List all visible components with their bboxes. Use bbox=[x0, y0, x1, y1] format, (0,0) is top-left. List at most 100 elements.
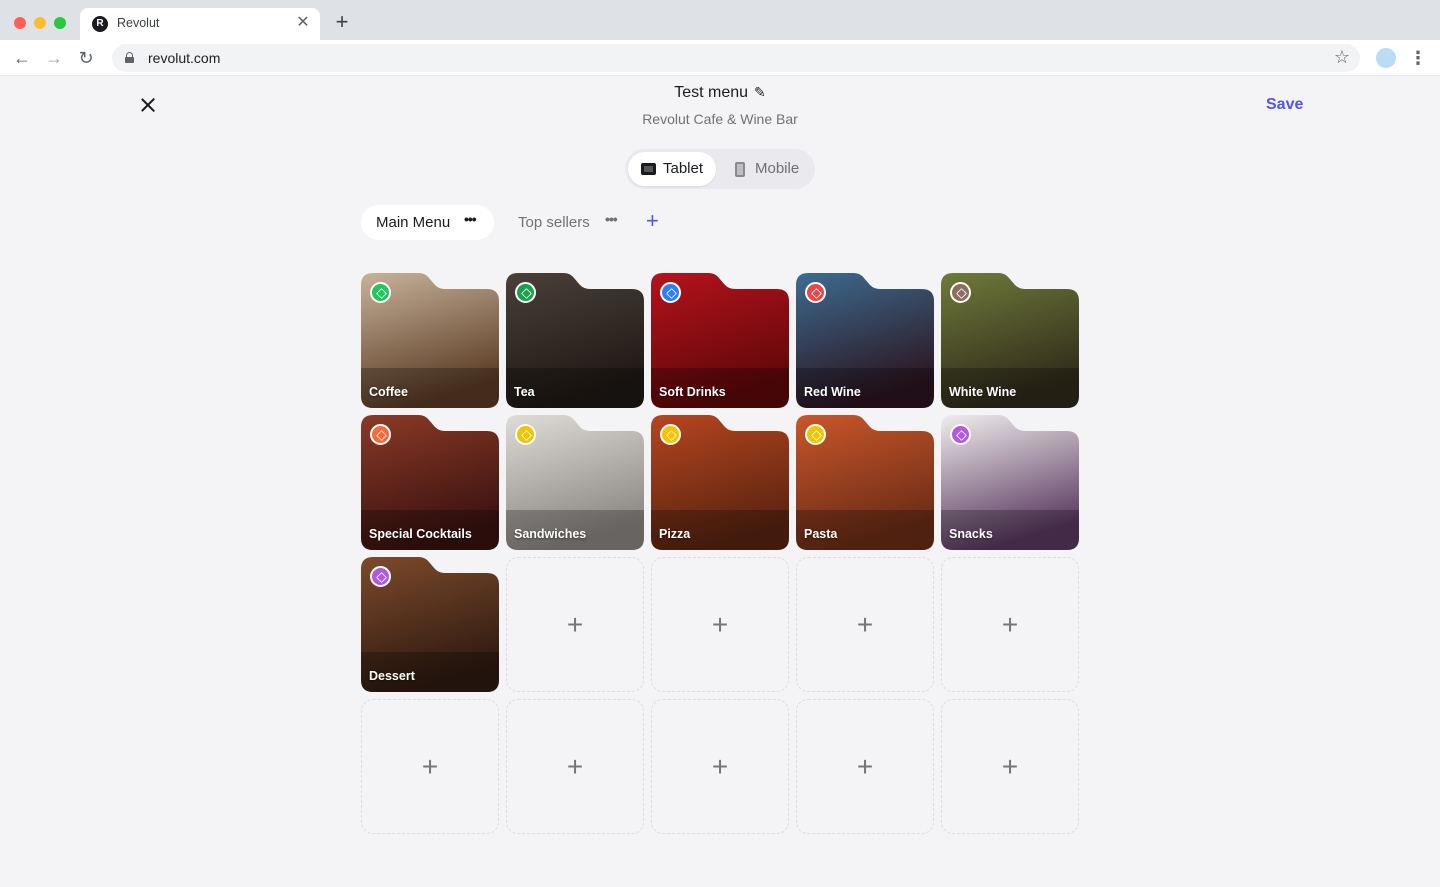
window-close-dot[interactable] bbox=[14, 17, 26, 29]
mobile-icon bbox=[735, 162, 745, 177]
layers-icon bbox=[950, 282, 971, 303]
empty-slot[interactable]: + bbox=[796, 699, 934, 834]
plus-icon: + bbox=[856, 751, 874, 782]
category-label: Pizza bbox=[659, 527, 691, 541]
layers-icon bbox=[805, 282, 826, 303]
category-label: Soft Drinks bbox=[659, 385, 726, 399]
browser-tabstrip: R Revolut ✕ + bbox=[0, 0, 1440, 40]
category-tile[interactable]: Tea bbox=[506, 273, 644, 408]
layers-icon bbox=[370, 282, 391, 303]
category-label: Dessert bbox=[369, 669, 415, 683]
category-tile[interactable]: Soft Drinks bbox=[651, 273, 789, 408]
category-tile[interactable]: White Wine bbox=[941, 273, 1079, 408]
plus-icon: + bbox=[1001, 751, 1019, 782]
back-arrow-icon[interactable]: ← bbox=[12, 48, 32, 68]
browser-tab-title: Revolut bbox=[117, 16, 160, 30]
category-label: White Wine bbox=[949, 385, 1017, 399]
layers-icon bbox=[660, 282, 681, 303]
category-label: Special Cocktails bbox=[369, 527, 472, 541]
tablet-option[interactable]: Tablet bbox=[628, 152, 716, 186]
menu-grid: Coffee Tea Soft Drinks Red Wine White Wine Sp… bbox=[361, 273, 1081, 835]
layers-icon bbox=[660, 424, 681, 445]
category-folder: Dessert bbox=[361, 557, 499, 692]
empty-slot[interactable]: + bbox=[506, 699, 644, 834]
mobile-option-label: Mobile bbox=[755, 160, 800, 177]
profile-avatar[interactable] bbox=[1376, 48, 1396, 68]
category-folder: Coffee bbox=[361, 273, 499, 408]
category-tile[interactable]: Pizza bbox=[651, 415, 789, 550]
category-label: Coffee bbox=[369, 385, 408, 399]
lock-icon bbox=[125, 52, 134, 63]
browser-toolbar: ← → ↻ revolut.com ☆ ⋮ bbox=[0, 40, 1440, 76]
add-tab-plus-icon[interactable]: + bbox=[646, 210, 659, 232]
empty-slot[interactable]: + bbox=[506, 557, 644, 692]
more-dots-icon[interactable]: ••• bbox=[605, 211, 618, 227]
title-row: Test menu ✎ bbox=[0, 84, 1440, 102]
tab-top-sellers[interactable]: Top sellers bbox=[518, 214, 590, 231]
tab-main-menu[interactable]: Main Menu ••• bbox=[361, 205, 494, 240]
plus-icon: + bbox=[856, 609, 874, 640]
tab-close-icon[interactable]: ✕ bbox=[294, 14, 312, 32]
category-label: Red Wine bbox=[804, 385, 861, 399]
plus-icon: + bbox=[566, 609, 584, 640]
category-tile[interactable]: Special Cocktails bbox=[361, 415, 499, 550]
more-dots-icon[interactable]: ••• bbox=[464, 211, 477, 227]
category-folder: Red Wine bbox=[796, 273, 934, 408]
url-text: revolut.com bbox=[148, 50, 221, 66]
empty-slot[interactable]: + bbox=[941, 557, 1079, 692]
browser-tab[interactable]: R Revolut ✕ bbox=[80, 8, 320, 40]
category-tile[interactable]: Pasta bbox=[796, 415, 934, 550]
plus-icon: + bbox=[566, 751, 584, 782]
empty-slot[interactable]: + bbox=[796, 557, 934, 692]
layers-icon bbox=[370, 566, 391, 587]
category-tile[interactable]: Coffee bbox=[361, 273, 499, 408]
window-minimize-dot[interactable] bbox=[34, 17, 46, 29]
layers-icon bbox=[950, 424, 971, 445]
layers-icon bbox=[805, 424, 826, 445]
category-label: Sandwiches bbox=[514, 527, 587, 541]
category-tile[interactable]: Dessert bbox=[361, 557, 499, 692]
device-toggle: Tablet Mobile bbox=[625, 149, 815, 189]
tablet-option-label: Tablet bbox=[663, 160, 704, 177]
mobile-option[interactable]: Mobile bbox=[725, 152, 811, 186]
plus-icon: + bbox=[711, 609, 729, 640]
category-label: Snacks bbox=[949, 527, 993, 541]
category-tile[interactable]: Sandwiches bbox=[506, 415, 644, 550]
layers-icon bbox=[370, 424, 391, 445]
bookmark-star-icon[interactable]: ☆ bbox=[1334, 47, 1350, 67]
category-label: Pasta bbox=[804, 527, 838, 541]
category-tile[interactable]: Red Wine bbox=[796, 273, 934, 408]
layers-icon bbox=[515, 282, 536, 303]
reload-icon[interactable]: ↻ bbox=[76, 48, 96, 68]
new-tab-icon[interactable]: + bbox=[332, 11, 352, 33]
category-folder: Tea bbox=[506, 273, 644, 408]
plus-icon: + bbox=[421, 751, 439, 782]
category-folder: Sandwiches bbox=[506, 415, 644, 550]
tab-main-menu-label: Main Menu bbox=[376, 214, 451, 231]
forward-arrow-icon[interactable]: → bbox=[44, 48, 64, 68]
browser-menu-icon[interactable]: ⋮ bbox=[1408, 48, 1428, 68]
revolut-favicon-icon: R bbox=[92, 16, 108, 32]
empty-slot[interactable]: + bbox=[651, 557, 789, 692]
category-tile[interactable]: Snacks bbox=[941, 415, 1079, 550]
pencil-icon[interactable]: ✎ bbox=[754, 84, 766, 101]
layers-icon bbox=[515, 424, 536, 445]
address-bar[interactable]: revolut.com ☆ bbox=[112, 44, 1360, 72]
category-folder: White Wine bbox=[941, 273, 1079, 408]
plus-icon: + bbox=[711, 751, 729, 782]
page-subtitle: Revolut Cafe & Wine Bar bbox=[642, 111, 798, 127]
empty-slot[interactable]: + bbox=[361, 699, 499, 834]
category-folder: Pasta bbox=[796, 415, 934, 550]
empty-slot[interactable]: + bbox=[651, 699, 789, 834]
save-button[interactable]: Save bbox=[1266, 96, 1303, 114]
tablet-icon bbox=[641, 163, 656, 175]
page-title: Test menu bbox=[674, 84, 749, 101]
category-folder: Snacks bbox=[941, 415, 1079, 550]
category-folder: Pizza bbox=[651, 415, 789, 550]
empty-slot[interactable]: + bbox=[941, 699, 1079, 834]
category-folder: Soft Drinks bbox=[651, 273, 789, 408]
category-label: Tea bbox=[514, 385, 535, 399]
window-maximize-dot[interactable] bbox=[54, 17, 66, 29]
category-folder: Special Cocktails bbox=[361, 415, 499, 550]
plus-icon: + bbox=[1001, 609, 1019, 640]
